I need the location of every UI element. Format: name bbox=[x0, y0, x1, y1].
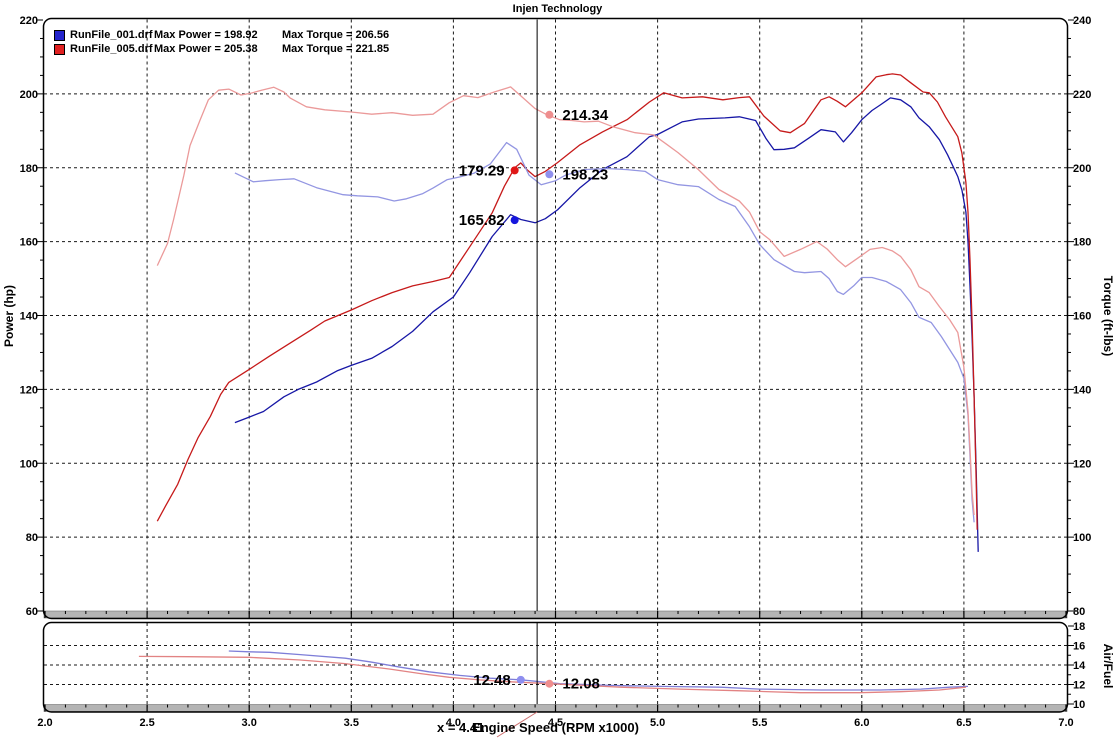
marker-value-label: 12.48 bbox=[473, 672, 511, 689]
runfile005-swatch-icon bbox=[54, 44, 65, 55]
power-tick-label: 220 bbox=[20, 15, 38, 27]
rpm-tick-label: 5.0 bbox=[650, 717, 665, 729]
marker-dot bbox=[545, 111, 553, 119]
power-tick-label: 200 bbox=[20, 89, 38, 101]
rpm-tick-label: 2.5 bbox=[139, 717, 154, 729]
legend-max-torque: Max Torque = 206.56 bbox=[282, 29, 389, 41]
af-tick-label: 14 bbox=[1073, 660, 1086, 672]
legend-max-power: Max Power = 198.92 bbox=[154, 29, 270, 41]
af-tick-label: 18 bbox=[1073, 621, 1085, 633]
dyno-plot: 214.34 179.29 198.23 165.82 12.48 12.08 220 200… bbox=[0, 0, 1115, 738]
power-tick-label: 140 bbox=[20, 311, 38, 323]
power-tick-label: 120 bbox=[20, 384, 38, 396]
marker-value-label: 12.08 bbox=[562, 676, 600, 693]
rpm-tick-label: 6.5 bbox=[956, 717, 971, 729]
af-axis-title: Air/Fuel bbox=[1101, 644, 1115, 689]
power-tick-label: 60 bbox=[26, 606, 38, 618]
power-tick-label: 80 bbox=[26, 532, 38, 544]
legend-file-name: RunFile_001.drf bbox=[70, 29, 154, 41]
power-tick-label: 160 bbox=[20, 237, 38, 249]
rpm-tick-label: 3.5 bbox=[344, 717, 359, 729]
torque-axis-title: Torque (ft-lbs) bbox=[1101, 276, 1115, 356]
legend: RunFile_001.drf Max Power = 198.92 Max T… bbox=[54, 28, 389, 56]
af-tick-label: 10 bbox=[1073, 699, 1085, 711]
rpm-tick-label: 7.0 bbox=[1058, 717, 1073, 729]
torque-tick-label: 240 bbox=[1073, 15, 1091, 27]
legend-row-runfile001: RunFile_001.drf Max Power = 198.92 Max T… bbox=[54, 28, 389, 42]
af-tick-label: 12 bbox=[1073, 680, 1085, 692]
torque-tick-label: 100 bbox=[1073, 532, 1091, 544]
legend-file-name: RunFile_005.drf bbox=[70, 43, 154, 55]
rpm-tick-label: 6.0 bbox=[854, 717, 869, 729]
marker-dot bbox=[545, 170, 553, 178]
torque-tick-label: 80 bbox=[1073, 606, 1085, 618]
rpm-tick-label: 2.0 bbox=[37, 717, 52, 729]
chart-title: Injen Technology bbox=[0, 3, 1115, 15]
torque-tick-label: 220 bbox=[1073, 89, 1091, 101]
marker-value-label: 179.29 bbox=[459, 162, 505, 179]
rpm-tick-label: 5.5 bbox=[752, 717, 767, 729]
torque-tick-label: 140 bbox=[1073, 384, 1091, 396]
marker-dot bbox=[511, 216, 519, 224]
marker-value-label: 214.34 bbox=[562, 107, 609, 124]
marker-dot bbox=[517, 676, 525, 684]
marker-dot bbox=[511, 166, 519, 174]
torque-tick-label: 200 bbox=[1073, 163, 1091, 175]
runfile001-swatch-icon bbox=[54, 30, 65, 41]
power-axis-title: Power (hp) bbox=[2, 285, 16, 347]
power-tick-label: 100 bbox=[20, 458, 38, 470]
legend-max-torque: Max Torque = 221.85 bbox=[282, 43, 389, 55]
torque-tick-label: 160 bbox=[1073, 311, 1091, 323]
power-tick-label: 180 bbox=[20, 163, 38, 175]
rpm-tick-label: 3.0 bbox=[242, 717, 257, 729]
marker-value-label: 165.82 bbox=[459, 212, 505, 229]
dyno-app-window: Injen Technology RunFile_001.drf Max Pow… bbox=[0, 0, 1115, 738]
torque-tick-label: 180 bbox=[1073, 237, 1091, 249]
legend-max-power: Max Power = 205.38 bbox=[154, 43, 270, 55]
marker-dot bbox=[545, 680, 553, 688]
marker-value-label: 198.23 bbox=[562, 166, 608, 183]
legend-row-runfile005: RunFile_005.drf Max Power = 205.38 Max T… bbox=[54, 42, 389, 56]
rpm-axis-title: Engine Speed (RPM x1000) bbox=[472, 720, 639, 735]
torque-tick-label: 120 bbox=[1073, 458, 1091, 470]
af-tick-label: 16 bbox=[1073, 641, 1085, 653]
